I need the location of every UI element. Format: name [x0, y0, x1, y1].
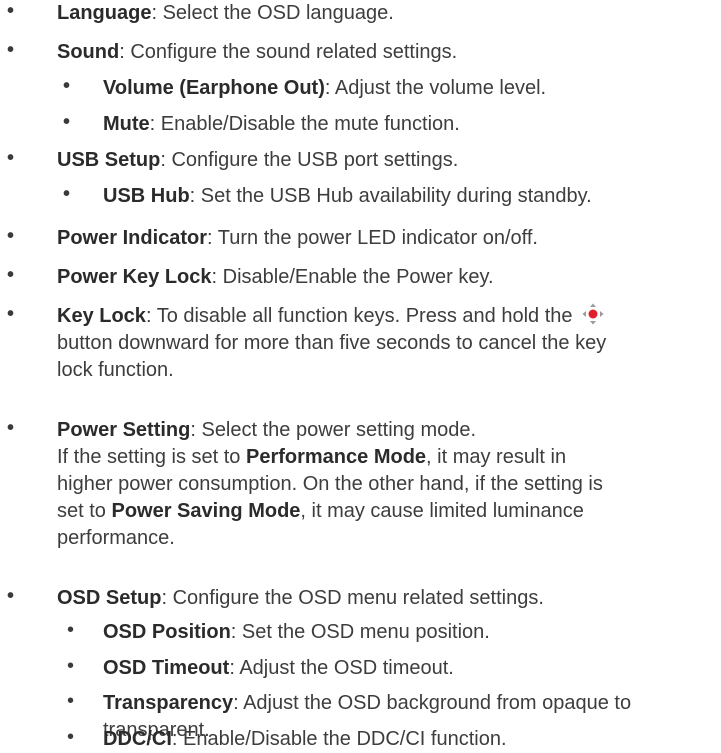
item-description: : Enable/Disable the DDC/CI function.	[171, 728, 507, 750]
item-description: : Adjust the OSD background from opaque …	[233, 692, 632, 714]
bullet: •	[67, 726, 75, 748]
text-run: performance.	[57, 527, 175, 549]
bullet: •	[7, 225, 15, 247]
item-description: : Enable/Disable the mute function.	[149, 113, 460, 135]
bullet: •	[67, 655, 75, 677]
item-description: : Adjust the volume level.	[324, 77, 547, 99]
bullet: •	[7, 585, 15, 607]
item-term: Volume (Earphone Out)	[103, 77, 325, 99]
text-run: , it may result in	[426, 446, 567, 468]
text-run: higher power consumption. On the other h…	[57, 473, 603, 495]
item-description: : To disable all function keys. Press an…	[145, 305, 573, 327]
item-term: Key Lock	[57, 305, 146, 327]
emphasis: Performance Mode	[245, 446, 427, 468]
item-term: DDC/CI	[103, 728, 172, 750]
bullet: •	[7, 0, 15, 22]
item-term: Power Setting	[57, 419, 191, 441]
bullet: •	[7, 147, 15, 169]
item-description: : Configure the sound related settings.	[119, 41, 458, 63]
item-term: OSD Timeout	[103, 657, 230, 679]
bullet: •	[67, 619, 75, 641]
item-description: : Set the OSD menu position.	[230, 621, 490, 643]
bullet: •	[7, 417, 15, 439]
item-description-line: button downward for more than five secon…	[57, 332, 607, 354]
bullet: •	[63, 75, 71, 97]
item-description: : Turn the power LED indicator on/off.	[207, 227, 538, 249]
item-term: OSD Position	[103, 621, 231, 643]
item-term: Power Indicator	[57, 227, 208, 249]
item-term: Mute	[103, 113, 150, 135]
bullet: •	[7, 264, 15, 286]
item-description: : Disable/Enable the Power key.	[211, 266, 494, 288]
bullet: •	[7, 303, 15, 325]
item-term: OSD Setup	[57, 587, 162, 609]
bullet: •	[63, 111, 71, 133]
navigation-joystick-icon	[582, 303, 604, 325]
text-run: set to	[57, 500, 112, 522]
item-description: : Set the USB Hub availability during st…	[189, 185, 592, 207]
item-description: : Configure the OSD menu related setting…	[161, 587, 544, 609]
bullet: •	[7, 39, 15, 61]
item-term: Sound	[57, 41, 120, 63]
bullet: •	[63, 183, 71, 205]
item-description: : Select the power setting mode.	[190, 419, 477, 441]
item-description: : Configure the USB port settings.	[160, 149, 459, 171]
item-term: USB Setup	[57, 149, 161, 171]
item-term: Power Key Lock	[57, 266, 212, 288]
emphasis: Power Saving Mode	[111, 500, 301, 522]
item-term: Language	[57, 2, 152, 24]
item-description-line: lock function.	[57, 359, 174, 381]
item-description: : Select the OSD language.	[151, 2, 394, 24]
item-description: : Adjust the OSD timeout.	[229, 657, 454, 679]
item-term: Transparency	[103, 692, 234, 714]
item-term: USB Hub	[103, 185, 190, 207]
text-run: If the setting is set to	[57, 446, 246, 468]
bullet: •	[67, 690, 75, 712]
text-run: , it may cause limited luminance	[300, 500, 584, 522]
